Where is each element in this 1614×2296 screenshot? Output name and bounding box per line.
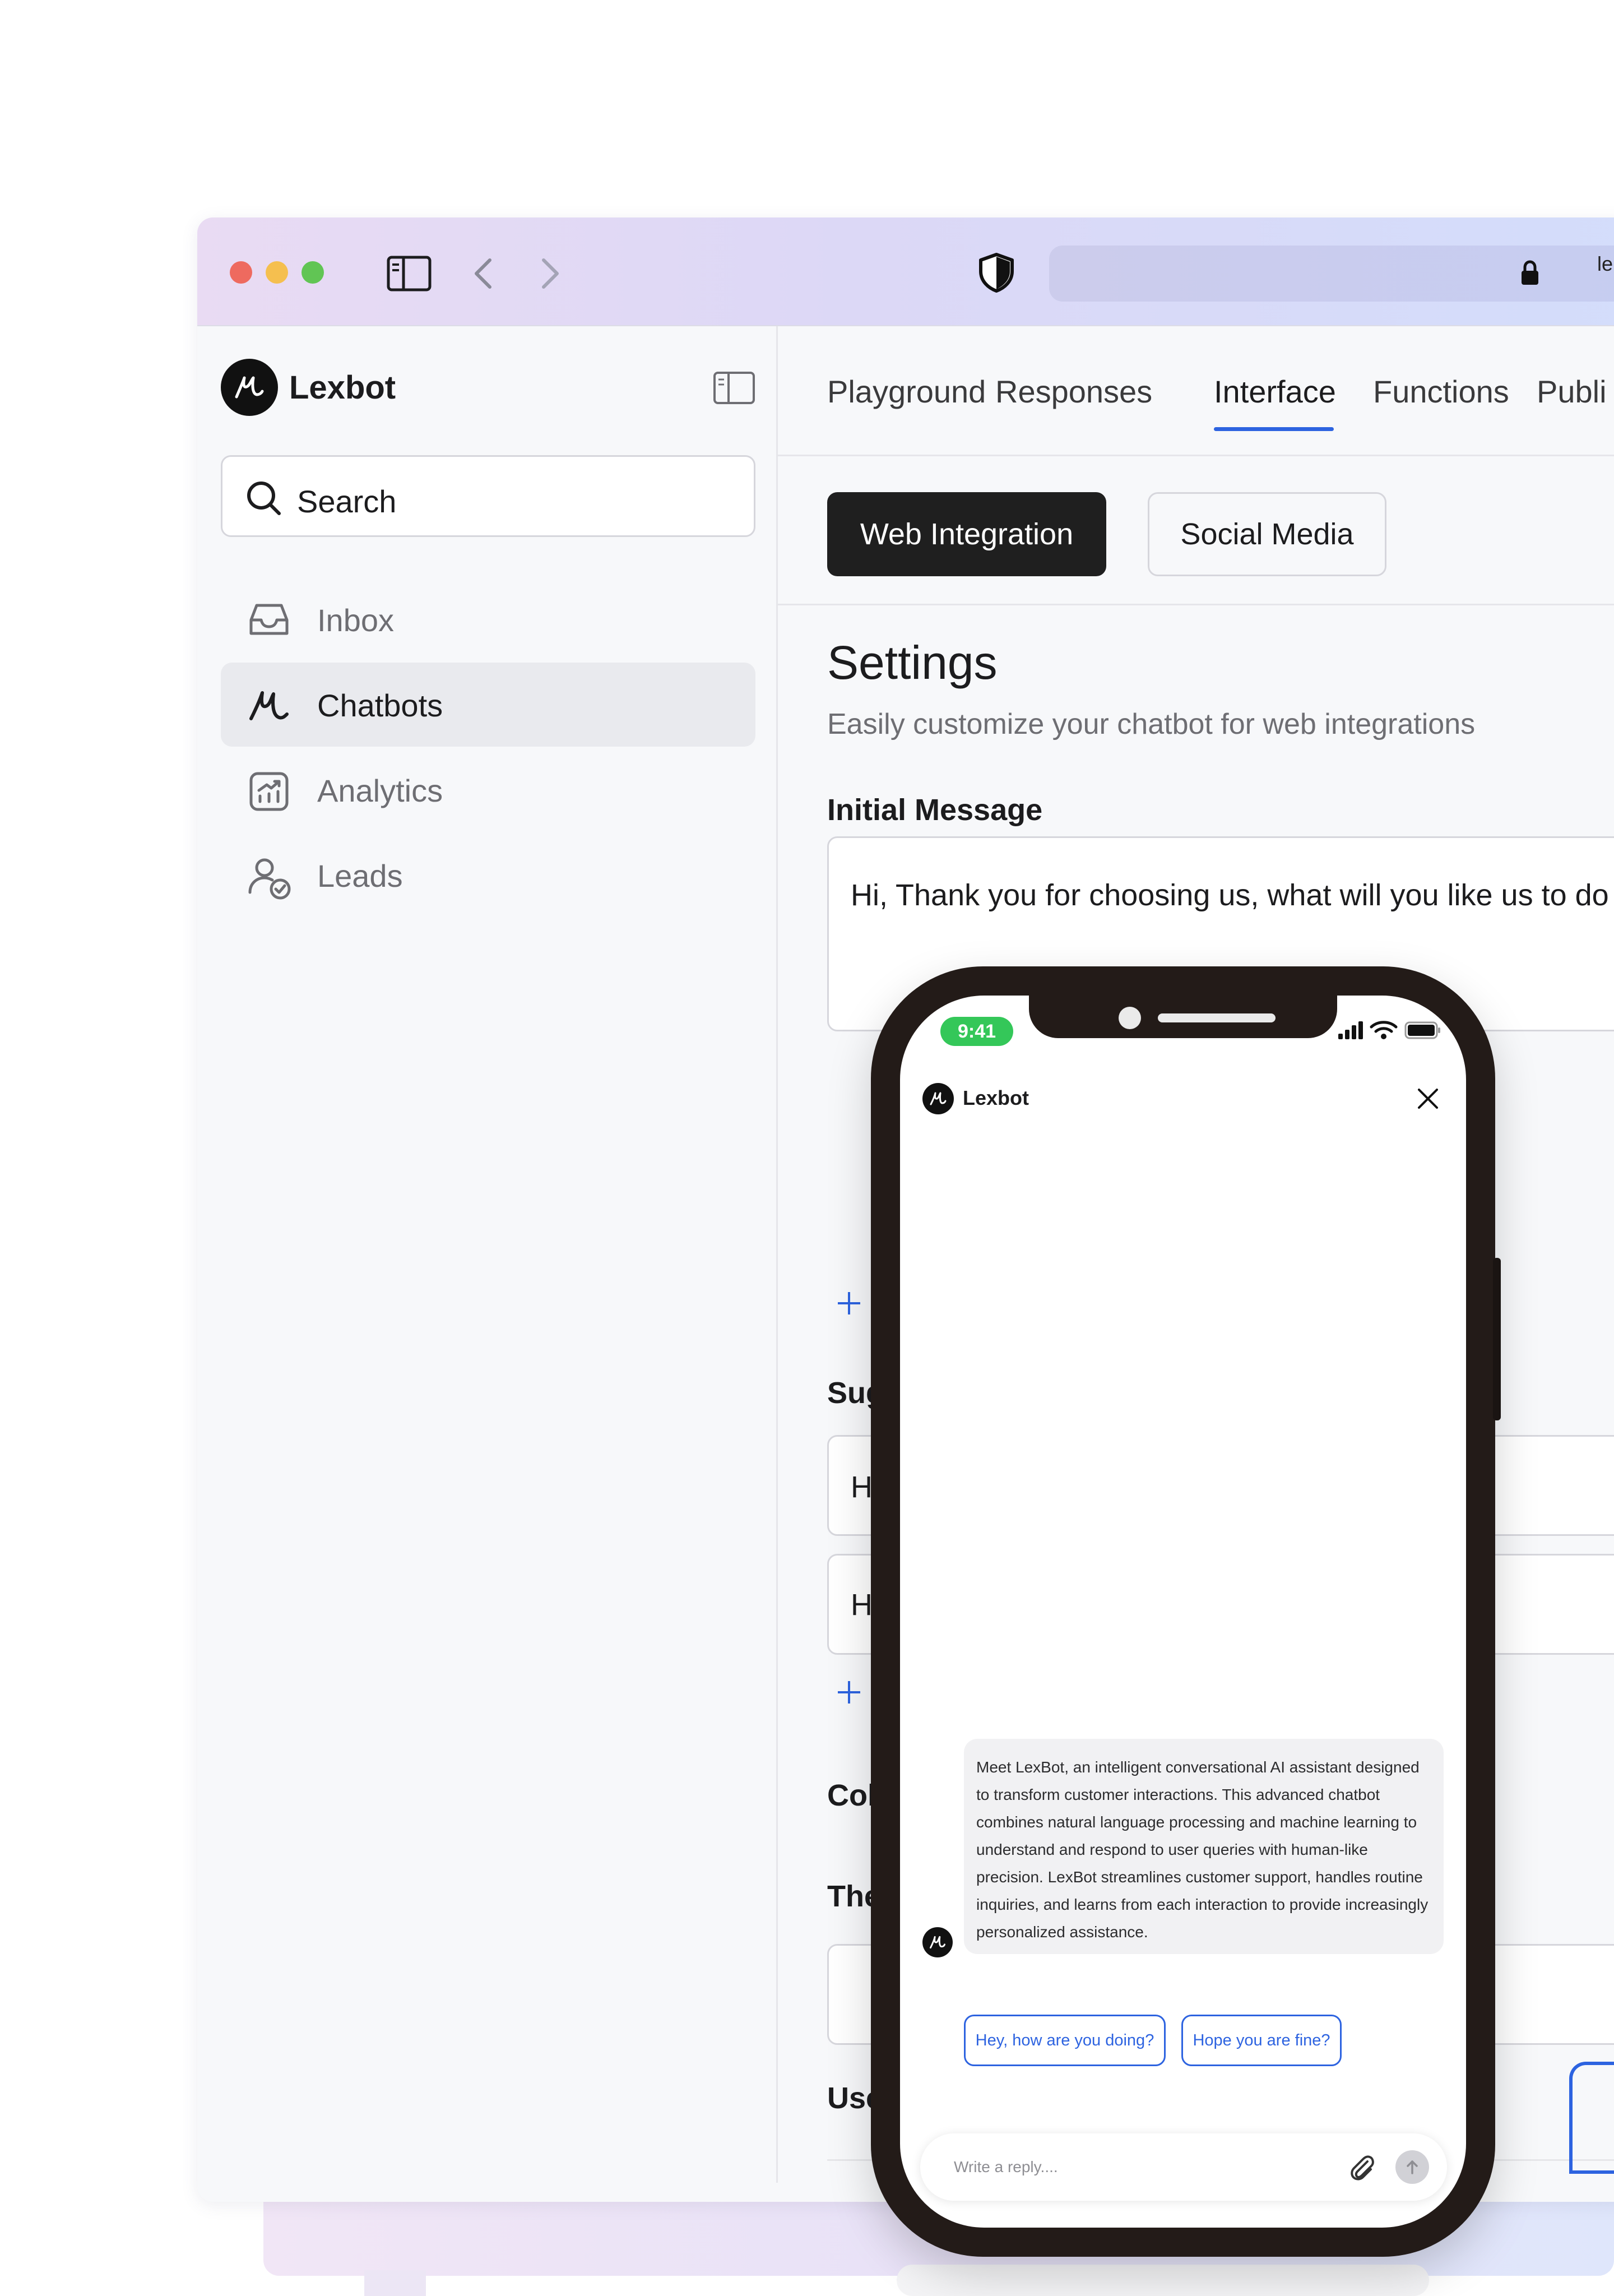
active-tab-indicator bbox=[1214, 427, 1334, 431]
wifi-icon bbox=[1370, 1021, 1398, 1039]
phone-mockup: 9:41 Lexbot Meet LexBot, an intelligent … bbox=[871, 966, 1501, 2257]
suggestion-chip[interactable]: Hope you are fine? bbox=[1181, 2015, 1342, 2066]
signal-bars-icon bbox=[1338, 1021, 1363, 1039]
tab-functions[interactable]: Functions bbox=[1373, 373, 1509, 410]
sidebar-item-chatbots[interactable]: Chatbots bbox=[221, 663, 755, 747]
page-title: Settings bbox=[827, 636, 998, 689]
sidebar-item-label: Leads bbox=[317, 858, 403, 894]
suggestion-value-1: H bbox=[851, 1470, 873, 1504]
color-label: Col bbox=[827, 1779, 876, 1812]
camera-icon bbox=[1119, 1007, 1141, 1029]
brand-name: Lexbot bbox=[289, 369, 396, 406]
inbox-icon bbox=[249, 604, 289, 635]
sidebar-item-analytics[interactable]: Analytics bbox=[221, 748, 755, 832]
suggestion-value-2: H bbox=[851, 1588, 873, 1622]
sidebar-item-label: Inbox bbox=[317, 603, 394, 638]
integration-subtabs: Web Integration Social Media bbox=[778, 456, 1614, 605]
initial-message-label: Initial Message bbox=[827, 793, 1043, 827]
forward-arrow-icon[interactable] bbox=[539, 257, 562, 290]
status-time: 9:41 bbox=[940, 1017, 1013, 1046]
tab-playground[interactable]: Playground bbox=[827, 373, 986, 410]
sidebar-item-leads[interactable]: Leads bbox=[221, 833, 755, 917]
maximize-window-button[interactable] bbox=[302, 261, 324, 284]
battery-icon bbox=[1404, 1021, 1440, 1039]
phone-screen: 9:41 Lexbot Meet LexBot, an intelligent … bbox=[900, 996, 1466, 2228]
search-icon bbox=[247, 482, 281, 515]
arrow-up-icon bbox=[1407, 2160, 1418, 2174]
page-subtitle: Easily customize your chatbot for web in… bbox=[827, 708, 1476, 740]
monitor-stand-leg bbox=[364, 2270, 426, 2296]
social-media-button[interactable]: Social Media bbox=[1148, 492, 1386, 576]
bot-message-bubble: Meet LexBot, an intelligent conversation… bbox=[964, 1739, 1444, 1954]
chat-header-title: Lexbot bbox=[963, 1086, 1029, 1109]
sidebar-item-label: Analytics bbox=[317, 773, 443, 808]
reply-input[interactable]: Write a reply.... bbox=[920, 2133, 1447, 2201]
tab-interface[interactable]: Interface bbox=[1214, 373, 1336, 410]
lock-icon bbox=[1522, 260, 1538, 285]
tab-bar: Playground Responses Interface Functions… bbox=[778, 326, 1614, 456]
lexbot-logo-icon bbox=[221, 359, 278, 416]
analytics-icon bbox=[249, 772, 289, 811]
phone-notch bbox=[1029, 996, 1337, 1038]
search-label: Search bbox=[297, 484, 397, 519]
phone-side-button bbox=[1493, 1258, 1501, 1420]
tab-publish[interactable]: Publi bbox=[1537, 373, 1607, 410]
sidebar: Lexbot Search Inbox Chatbots Analytics L… bbox=[197, 326, 778, 2183]
close-window-button[interactable] bbox=[230, 261, 252, 284]
minimize-window-button[interactable] bbox=[266, 261, 288, 284]
close-icon[interactable] bbox=[1417, 1087, 1439, 1110]
chat-style-option-selected[interactable] bbox=[1569, 2062, 1614, 2174]
leads-icon bbox=[248, 858, 291, 900]
send-button[interactable] bbox=[1395, 2150, 1429, 2184]
bot-avatar bbox=[922, 1927, 953, 1957]
stand-shadow bbox=[897, 2265, 1429, 2296]
tab-responses[interactable]: Responses bbox=[995, 373, 1152, 410]
back-arrow-icon[interactable] bbox=[472, 257, 494, 290]
speaker-grille bbox=[1158, 1013, 1276, 1022]
sidebar-item-inbox[interactable]: Inbox bbox=[221, 577, 755, 661]
reply-placeholder: Write a reply.... bbox=[954, 2158, 1058, 2175]
chatbot-scribble-icon bbox=[249, 691, 289, 720]
web-integration-button[interactable]: Web Integration bbox=[827, 492, 1106, 576]
collapse-sidebar-icon[interactable] bbox=[713, 371, 755, 405]
sidebar-toggle-icon[interactable] bbox=[387, 256, 432, 291]
shield-icon[interactable] bbox=[977, 252, 1015, 293]
add-suggestion-plus-icon[interactable] bbox=[836, 1679, 862, 1705]
suggestion-chip[interactable]: Hey, how are you doing? bbox=[964, 2015, 1166, 2066]
url-text[interactable]: le bbox=[1597, 252, 1613, 276]
initial-message-value: Hi, Thank you for choosing us, what will… bbox=[851, 878, 1614, 912]
sidebar-item-label: Chatbots bbox=[317, 688, 443, 723]
browser-titlebar: le bbox=[197, 217, 1614, 326]
add-message-plus-icon[interactable] bbox=[836, 1290, 862, 1316]
lexbot-logo-icon bbox=[922, 1083, 954, 1114]
paperclip-icon[interactable] bbox=[1346, 2151, 1378, 2183]
